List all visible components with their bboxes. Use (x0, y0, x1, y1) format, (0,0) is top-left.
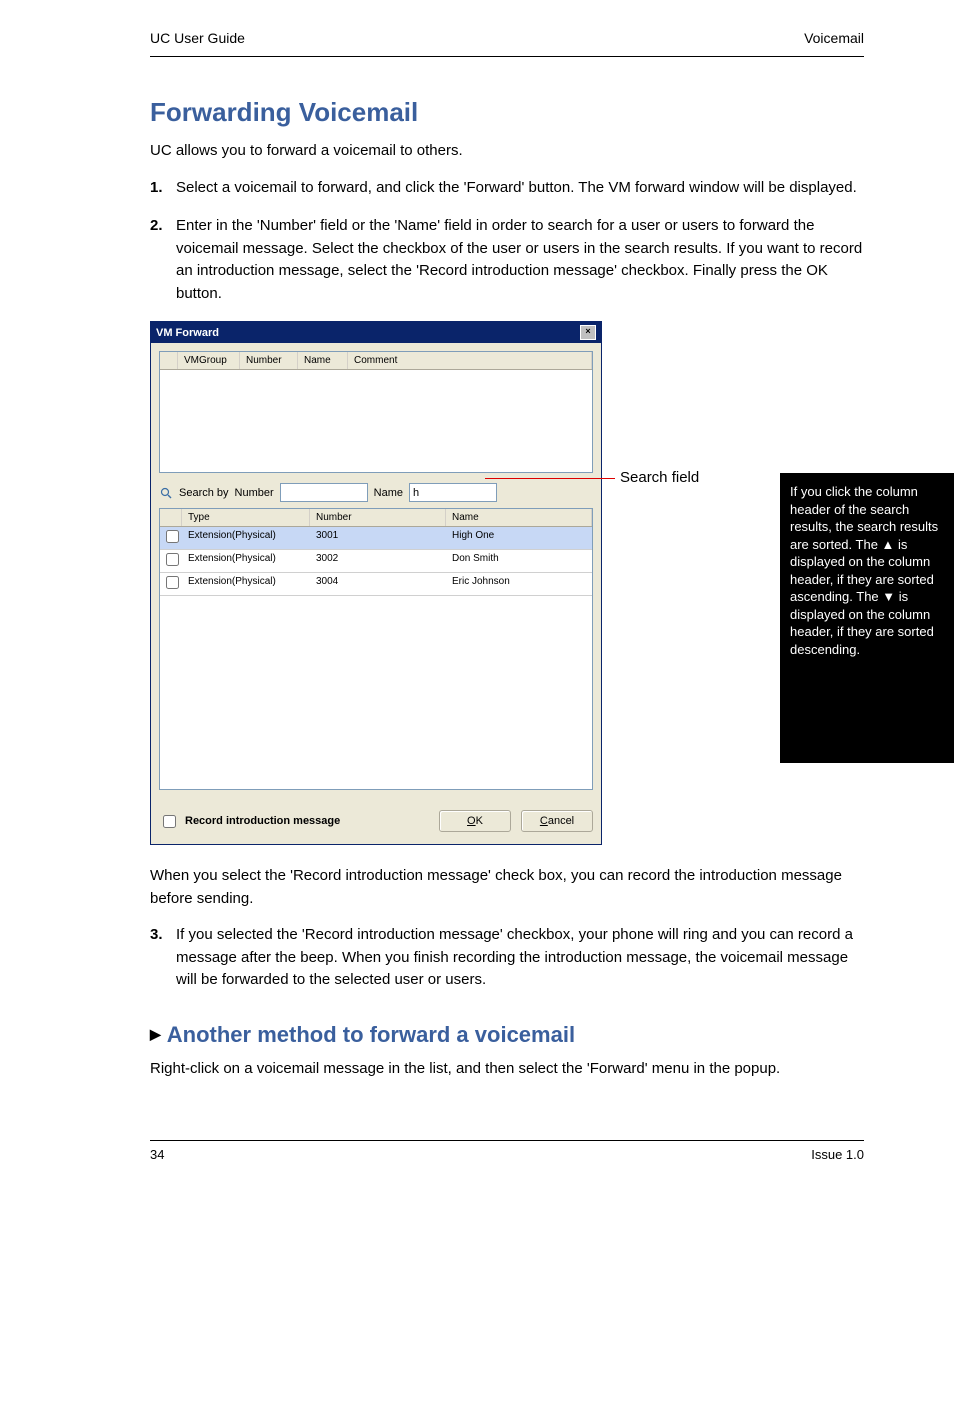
intro-text: UC allows you to forward a voicemail to … (150, 140, 864, 163)
row-checkbox[interactable] (166, 553, 179, 566)
header-left: UC User Guide (150, 30, 245, 46)
search-name-label: Name (374, 487, 403, 499)
side-note-panel: If you click the column header of the se… (780, 473, 954, 763)
selected-users-grid: VMGroup Number Name Comment (159, 351, 593, 473)
triangle-icon: ▶ (150, 1026, 161, 1043)
sub-heading-text: Another method to forward a voicemail (167, 1022, 575, 1048)
ok-label-rest: K (476, 815, 483, 827)
results-col-check[interactable] (160, 509, 182, 526)
record-note: When you select the 'Record introduction… (150, 865, 864, 910)
results-col-type[interactable]: Type (182, 509, 310, 526)
search-icon (159, 486, 173, 500)
row-checkbox[interactable] (166, 576, 179, 589)
col-comment[interactable]: Comment (348, 352, 592, 369)
footer-issue: Issue 1.0 (811, 1147, 864, 1162)
results-col-number[interactable]: Number (310, 509, 446, 526)
record-intro-checkbox[interactable] (163, 815, 176, 828)
header-right: Voicemail (804, 30, 864, 46)
callout-line (485, 478, 615, 479)
ok-button[interactable]: OK (439, 810, 511, 832)
step-1-text: Select a voicemail to forward, and click… (176, 177, 857, 200)
search-by-label: Search by (179, 487, 229, 499)
search-row: Search by Number Name (159, 483, 593, 502)
row-checkbox[interactable] (166, 530, 179, 543)
search-number-input[interactable] (280, 483, 368, 502)
results-row[interactable]: Extension(Physical) 3001 High One (160, 527, 592, 550)
step-2-text: Enter in the 'Number' field or the 'Name… (176, 215, 864, 305)
step-2-num: 2. (150, 215, 168, 305)
dialog-title: VM Forward (156, 327, 219, 339)
step-1-num: 1. (150, 177, 168, 200)
col-name[interactable]: Name (298, 352, 348, 369)
results-row[interactable]: Extension(Physical) 3002 Don Smith (160, 550, 592, 573)
cancel-label-rest: ancel (548, 815, 574, 827)
header-rule (150, 56, 864, 57)
record-intro-label: Record introduction message (185, 815, 340, 827)
sub-heading: ▶ Another method to forward a voicemail (150, 1022, 864, 1048)
callout-label: Search field (620, 469, 699, 486)
col-vmgroup[interactable]: VMGroup (178, 352, 240, 369)
search-results-grid: Type Number Name Extension(Physical) 300… (160, 509, 592, 596)
close-icon[interactable]: × (580, 325, 596, 340)
results-row[interactable]: Extension(Physical) 3004 Eric Johnson (160, 573, 592, 596)
record-intro-option[interactable]: Record introduction message (159, 812, 340, 831)
section-title: Forwarding Voicemail (150, 97, 864, 128)
col-check[interactable] (160, 352, 178, 369)
footer-page-number: 34 (150, 1147, 164, 1162)
search-name-input[interactable] (409, 483, 497, 502)
search-number-label: Number (235, 487, 274, 499)
side-note-text: If you click the column header of the se… (790, 484, 938, 657)
col-number[interactable]: Number (240, 352, 298, 369)
sub-text: Right-click on a voicemail message in th… (150, 1058, 864, 1081)
page-footer: 34 Issue 1.0 (150, 1140, 864, 1162)
cancel-button[interactable]: Cancel (521, 810, 593, 832)
vm-forward-dialog: VM Forward × VMGroup Number Name Comment (150, 321, 602, 845)
step-3-text: If you selected the 'Record introduction… (176, 924, 864, 992)
dialog-titlebar: VM Forward × (151, 322, 601, 343)
step-3-num: 3. (150, 924, 168, 992)
results-col-name[interactable]: Name (446, 509, 592, 526)
